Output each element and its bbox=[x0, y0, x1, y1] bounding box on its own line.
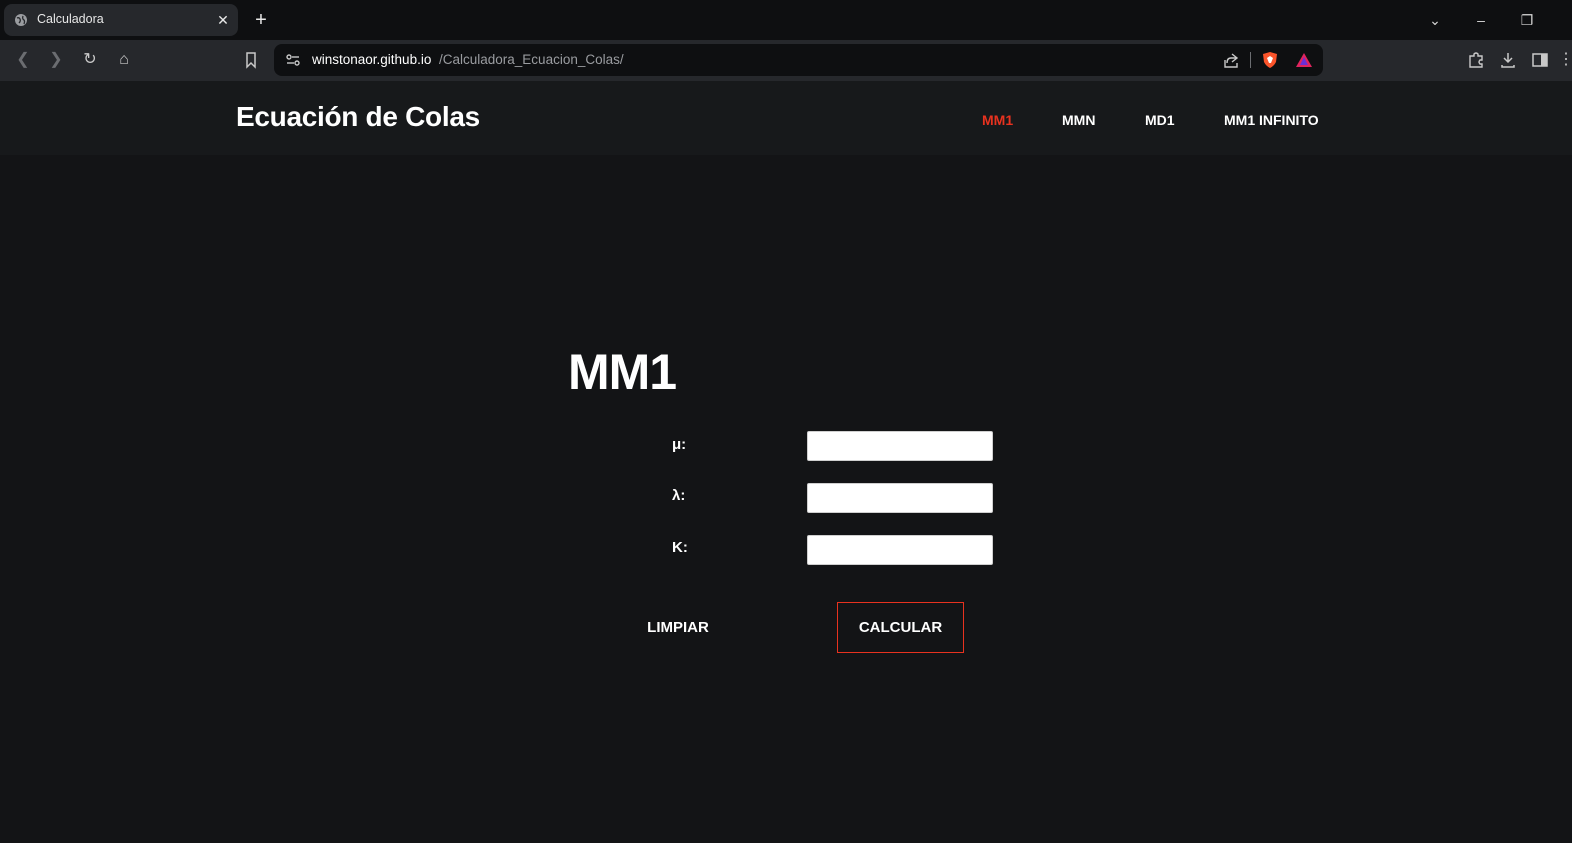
mu-input[interactable] bbox=[807, 431, 993, 461]
site-title[interactable]: Ecuación de Colas bbox=[236, 101, 480, 133]
calculate-button[interactable]: CALCULAR bbox=[837, 602, 964, 653]
nav-link-mm1[interactable]: MM1 bbox=[982, 112, 1013, 128]
restore-icon[interactable]: ❐ bbox=[1517, 10, 1537, 30]
clear-button[interactable]: LIMPIAR bbox=[636, 612, 720, 644]
sidebar-icon[interactable] bbox=[1530, 50, 1550, 70]
address-bar[interactable]: winstonaor.github.io /Calculadora_Ecuaci… bbox=[274, 44, 1323, 76]
bookmark-icon[interactable] bbox=[241, 50, 261, 70]
tab-title: Calculadora bbox=[37, 12, 104, 26]
minimize-icon[interactable]: – bbox=[1471, 10, 1491, 30]
nav-link-md1[interactable]: MD1 bbox=[1145, 112, 1175, 128]
k-label: K: bbox=[672, 539, 688, 556]
url-path: /Calculadora_Ecuacion_Colas/ bbox=[439, 52, 624, 67]
globe-icon bbox=[15, 14, 27, 26]
tab-close-icon[interactable]: ✕ bbox=[214, 11, 232, 29]
site-settings-icon[interactable] bbox=[284, 51, 302, 69]
browser-tab[interactable]: Calculadora ✕ bbox=[4, 4, 238, 36]
share-icon[interactable] bbox=[1222, 51, 1240, 69]
mu-label: μ: bbox=[672, 436, 687, 453]
extensions-icon[interactable] bbox=[1466, 50, 1486, 70]
omnibox-divider bbox=[1250, 52, 1251, 68]
browser-tab-bar: Calculadora ✕ + ⌄ – ❐ bbox=[0, 0, 1572, 40]
lambda-input[interactable] bbox=[807, 483, 993, 513]
forward-icon[interactable]: ❯ bbox=[46, 50, 66, 70]
reload-icon[interactable]: ↻ bbox=[80, 50, 100, 70]
lambda-label: λ: bbox=[672, 487, 686, 504]
nav-link-mm1-infinito[interactable]: MM1 INFINITO bbox=[1224, 112, 1319, 128]
site-header: Ecuación de Colas MM1 MMN MD1 MM1 INFINI… bbox=[0, 81, 1572, 155]
browser-toolbar: ❮ ❯ ↻ ⌂ winstonaor.github.io /Calculador… bbox=[0, 40, 1572, 81]
new-tab-button[interactable]: + bbox=[250, 9, 272, 31]
url-host: winstonaor.github.io bbox=[312, 52, 432, 67]
tab-list-icon[interactable]: ⌄ bbox=[1425, 10, 1445, 30]
back-icon[interactable]: ❮ bbox=[13, 50, 33, 70]
home-icon[interactable]: ⌂ bbox=[114, 50, 134, 70]
brave-shields-icon[interactable] bbox=[1261, 51, 1279, 69]
nav-link-mmn[interactable]: MMN bbox=[1062, 112, 1095, 128]
brave-rewards-icon[interactable] bbox=[1295, 51, 1313, 69]
page-heading: MM1 bbox=[568, 344, 677, 400]
menu-icon[interactable]: ⋮ bbox=[1558, 50, 1572, 70]
download-icon[interactable] bbox=[1498, 50, 1518, 70]
k-input[interactable] bbox=[807, 535, 993, 565]
